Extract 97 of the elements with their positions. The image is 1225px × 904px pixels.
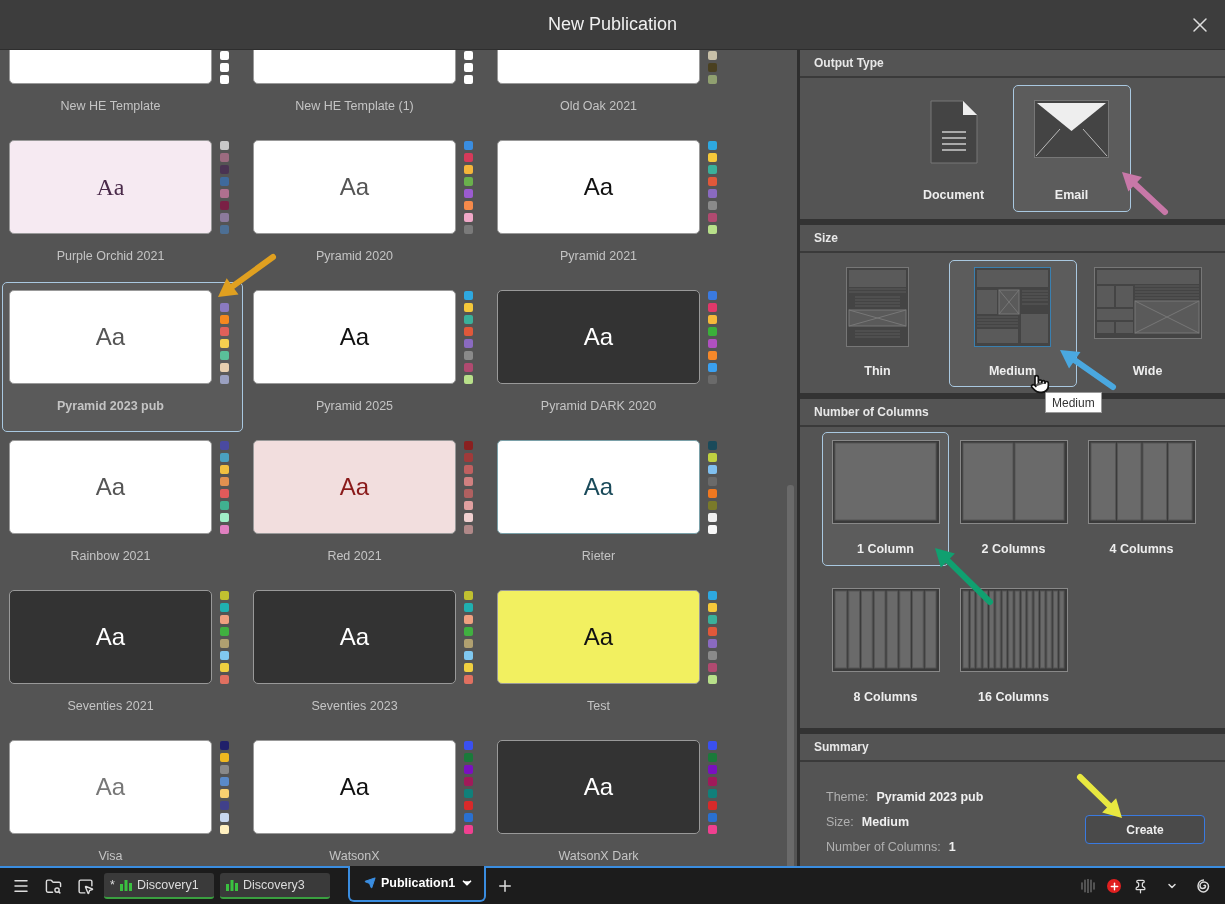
document-tab[interactable]: * Discovery1 — [104, 873, 214, 899]
theme-name: Rieter — [581, 549, 616, 563]
columns-icon — [1087, 440, 1196, 524]
sample-text: Aa — [95, 773, 126, 801]
sample-text: Aa — [583, 473, 614, 501]
sample-text: Aa — [583, 323, 614, 351]
theme-card[interactable]: Aa Rieter — [490, 432, 731, 582]
theme-name: Purple Orchid 2021 — [56, 249, 165, 263]
size-option[interactable]: Wide — [1083, 260, 1212, 387]
document-tab[interactable]: Discovery3 — [220, 873, 330, 899]
window-title: New Publication — [547, 14, 678, 35]
sample-text: Aa — [339, 773, 370, 801]
document-tab[interactable]: Publication1 — [348, 866, 487, 902]
theme-card[interactable]: New HE Template — [2, 50, 243, 132]
theme-card[interactable]: Aa Red 2021 — [246, 432, 487, 582]
theme-card[interactable]: Aa Pyramid 2023 pub — [2, 282, 243, 432]
theme-name: Old Oak 2021 — [559, 99, 638, 113]
theme-card[interactable]: Old Oak 2021 — [490, 50, 731, 132]
theme-card[interactable]: Aa Seventies 2021 — [2, 582, 243, 732]
sample-text: Aa — [96, 173, 125, 201]
theme-name: Seventies 2023 — [311, 699, 398, 713]
tab-label: Discovery1 — [136, 878, 199, 892]
sample-text: Aa — [339, 323, 370, 351]
column-option[interactable]: 4 Columns — [1078, 432, 1205, 566]
layout-icon — [974, 267, 1051, 347]
summary-value: Pyramid 2023 pub — [876, 790, 984, 804]
columns-icon — [831, 440, 940, 524]
sample-text: Aa — [95, 623, 126, 651]
columns-icon — [959, 440, 1068, 524]
theme-card[interactable]: Aa Purple Orchid 2021 — [2, 132, 243, 282]
theme-name: New HE Template (1) — [295, 99, 414, 113]
output-type-option[interactable]: Document — [894, 85, 1013, 212]
scrollbar-thumb[interactable] — [787, 485, 794, 866]
column-option[interactable]: 8 Columns — [822, 580, 949, 714]
theme-card[interactable]: Aa Pyramid 2021 — [490, 132, 731, 282]
theme-card[interactable]: Aa Test — [490, 582, 731, 732]
theme-name: Pyramid 2023 pub — [57, 399, 164, 413]
theme-name: New HE Template — [60, 99, 161, 113]
notification-plus-icon[interactable] — [1107, 879, 1121, 893]
columns-icon — [831, 588, 940, 672]
section-title: Summary — [814, 740, 869, 754]
size-option[interactable]: Thin — [813, 260, 942, 387]
layout-icon — [846, 267, 909, 347]
theme-name: Red 2021 — [327, 549, 382, 563]
theme-card[interactable]: Aa Pyramid DARK 2020 — [490, 282, 731, 432]
sample-text: Aa — [583, 773, 614, 801]
summary-label: Number of Columns: — [826, 840, 941, 854]
sample-text: Aa — [95, 473, 126, 501]
summary-label: Theme: — [826, 790, 869, 804]
theme-card[interactable]: Aa WatsonX — [246, 732, 487, 866]
theme-card[interactable]: Aa Pyramid 2020 — [246, 132, 487, 282]
send-icon — [364, 877, 376, 889]
sample-text: Aa — [95, 323, 126, 351]
section-title: Number of Columns — [814, 405, 929, 419]
size-option[interactable]: Medium — [948, 260, 1077, 387]
theme-card[interactable]: Aa Visa — [2, 732, 243, 866]
sample-text: Aa — [583, 623, 614, 651]
column-option[interactable]: 16 Columns — [950, 580, 1077, 714]
tooltip: Medium — [1045, 392, 1102, 413]
theme-name: Test — [587, 699, 610, 713]
modified-mark: * — [110, 878, 115, 892]
bar-chart-icon — [226, 879, 238, 891]
theme-name: WatsonX Dark — [558, 849, 639, 863]
theme-name: Visa — [98, 849, 123, 863]
theme-name: Pyramid 2025 — [315, 399, 394, 413]
theme-card[interactable]: New HE Template (1) — [246, 50, 487, 132]
document-icon — [929, 100, 978, 164]
theme-card[interactable]: Aa Rainbow 2021 — [2, 432, 243, 582]
summary-value: Medium — [861, 815, 910, 829]
sample-text: Aa — [339, 173, 370, 201]
theme-name: Seventies 2021 — [67, 699, 154, 713]
layout-icon — [1093, 267, 1202, 339]
theme-name: Pyramid 2020 — [315, 249, 394, 263]
section-title: Size — [814, 231, 838, 245]
theme-name: Rainbow 2021 — [70, 549, 151, 563]
theme-name: WatsonX — [329, 849, 380, 863]
output-type-option[interactable]: Email — [1012, 85, 1131, 212]
hand-cursor-icon — [1030, 374, 1050, 394]
summary-label: Size: — [826, 815, 854, 829]
columns-icon — [959, 588, 1068, 672]
sample-text: Aa — [339, 623, 370, 651]
sample-text: Aa — [583, 173, 614, 201]
theme-name: Pyramid 2021 — [559, 249, 638, 263]
create-button[interactable]: Create — [1085, 815, 1205, 844]
sample-text: Aa — [339, 473, 370, 501]
envelope-icon — [1034, 100, 1109, 158]
bar-chart-icon — [119, 879, 132, 891]
column-option[interactable]: 1 Column — [822, 432, 949, 566]
theme-name: Pyramid DARK 2020 — [540, 399, 657, 413]
tab-label: Discovery3 — [243, 878, 305, 892]
theme-card[interactable]: Aa Pyramid 2025 — [246, 282, 487, 432]
theme-card[interactable]: Aa Seventies 2023 — [246, 582, 487, 732]
summary-value: 1 — [948, 840, 956, 854]
section-title: Output Type — [814, 56, 884, 70]
tab-label: Publication1 — [381, 876, 456, 890]
column-option[interactable]: 2 Columns — [950, 432, 1077, 566]
theme-card[interactable]: Aa WatsonX Dark — [490, 732, 731, 866]
